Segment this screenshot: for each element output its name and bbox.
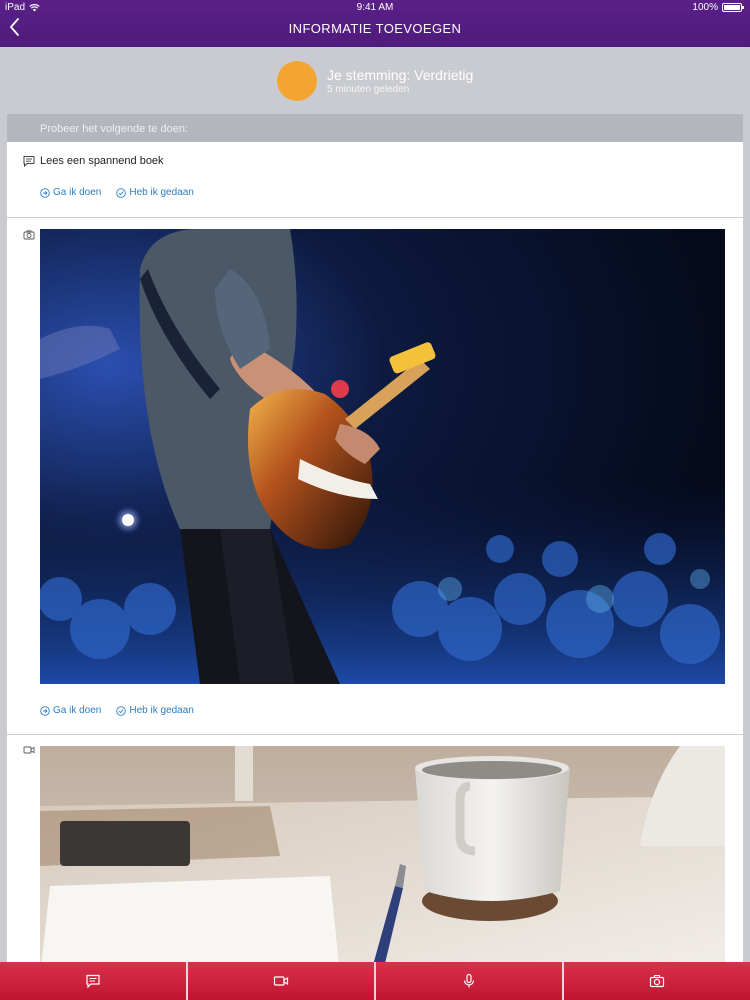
message-icon <box>23 156 35 167</box>
battery-icon <box>722 3 744 12</box>
check-circle-icon <box>116 705 127 716</box>
done-button[interactable]: Heb ik gedaan <box>116 187 194 198</box>
mood-timestamp: 5 minuten geleden <box>327 84 410 95</box>
guitarist-photo[interactable] <box>40 229 725 684</box>
top-bar: iPad 9:41 AM 100% INFORMATIE TOEVOEGEN <box>0 0 750 47</box>
guitarist-on-stage-image <box>40 229 725 684</box>
video-icon <box>23 746 35 754</box>
suggestion-card-video <box>7 735 743 965</box>
done-label: Heb ik gedaan <box>129 705 194 716</box>
suggestion-card-photo: Ga ik doen Heb ik gedaan <box>7 218 743 734</box>
mood-indicator <box>277 61 317 101</box>
mood-header: Je stemming: Verdrietig 5 minuten gelede… <box>0 47 750 114</box>
section-title: Probeer het volgende te doen: <box>40 123 189 135</box>
add-video-tab[interactable] <box>186 962 374 1000</box>
mood-title: Je stemming: Verdrietig <box>327 67 474 83</box>
camera-icon <box>23 230 35 240</box>
arrow-circle-icon <box>40 705 50 716</box>
suggestion-text: Lees een spannend boek <box>40 155 164 167</box>
microphone-icon <box>463 973 475 988</box>
add-audio-tab[interactable] <box>374 962 562 1000</box>
done-button[interactable]: Heb ik gedaan <box>116 705 194 716</box>
will-do-label: Ga ik doen <box>53 187 102 198</box>
add-photo-tab[interactable] <box>562 962 750 1000</box>
will-do-button[interactable]: Ga ik doen <box>40 705 101 716</box>
card-actions: Ga ik doen Heb ik gedaan <box>40 187 194 198</box>
coffee-desk-video[interactable] <box>40 746 725 965</box>
message-icon <box>86 974 100 989</box>
battery-percent: 100% <box>692 2 718 13</box>
done-label: Heb ik gedaan <box>129 187 194 198</box>
coffee-mug-and-pen-image <box>40 746 725 965</box>
will-do-button[interactable]: Ga ik doen <box>40 187 101 198</box>
bottom-tab-bar <box>0 962 750 1000</box>
section-header: Probeer het volgende te doen: <box>7 114 743 142</box>
battery-status: 100% <box>692 2 744 13</box>
suggestion-card-text: Lees een spannend boek Ga ik doen Heb ik… <box>7 142 743 217</box>
card-actions: Ga ik doen Heb ik gedaan <box>40 705 194 716</box>
arrow-circle-icon <box>40 187 50 198</box>
will-do-label: Ga ik doen <box>53 705 102 716</box>
check-circle-icon <box>116 187 127 198</box>
status-bar: iPad 9:41 AM 100% <box>0 0 750 14</box>
add-message-tab[interactable] <box>0 962 186 1000</box>
page-title: INFORMATIE TOEVOEGEN <box>288 21 462 36</box>
clock: 9:41 AM <box>356 2 394 13</box>
video-icon <box>273 976 289 986</box>
camera-icon <box>649 975 665 988</box>
